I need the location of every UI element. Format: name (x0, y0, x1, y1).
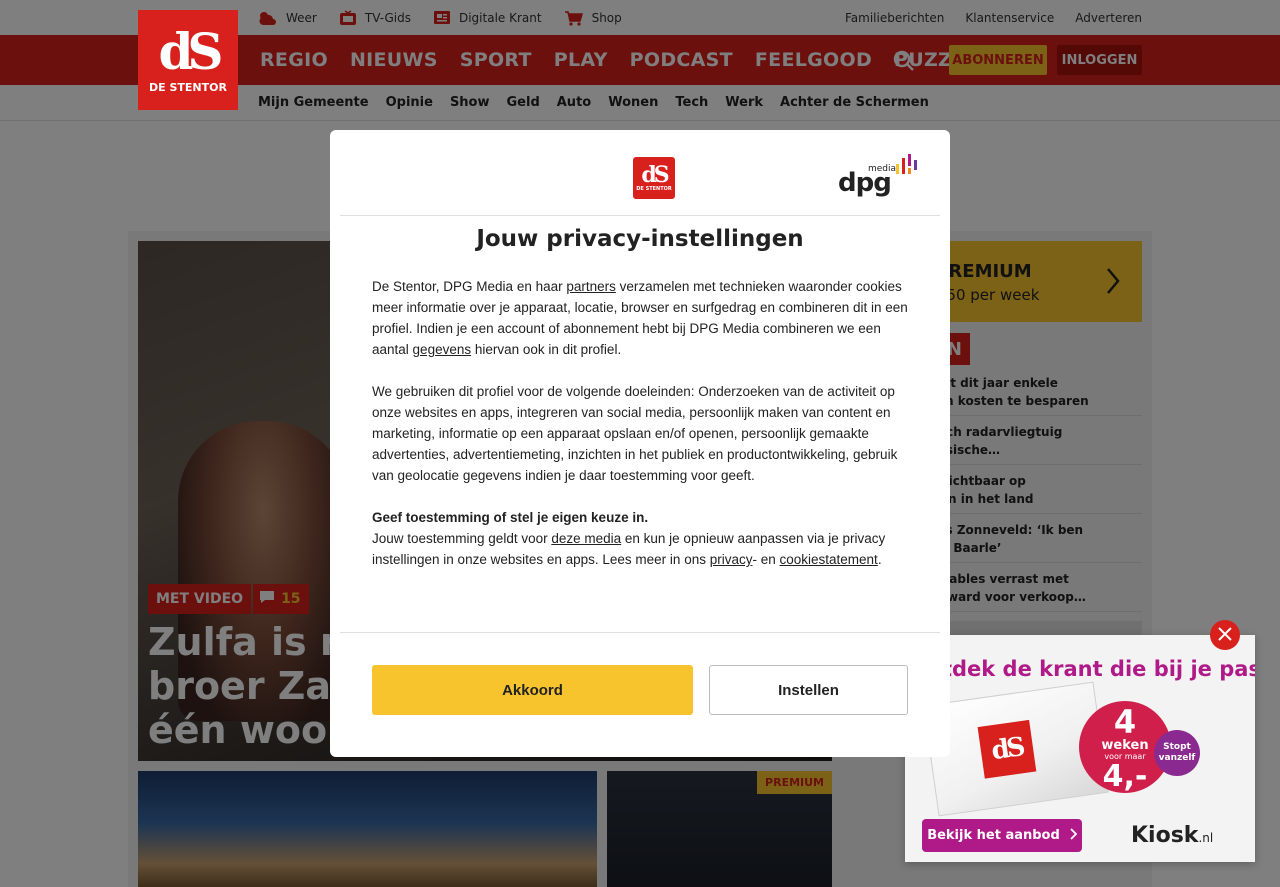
subscription-ad[interactable]: ntdek de krant die bij je past dS 4 weke… (905, 635, 1255, 862)
data-link[interactable]: gegevens (413, 342, 472, 357)
kiosk-logo: Kiosk.nl (1131, 823, 1213, 848)
privacy-link[interactable]: privacy (710, 552, 753, 567)
dialog-text: . (877, 552, 882, 567)
dialog-body: De Stentor, DPG Media en haar partners v… (372, 276, 912, 570)
dialog-header: dS DE STENTOR media dpg (340, 130, 940, 216)
kiosk-tld: .nl (1198, 831, 1214, 845)
ad-cta-label: Bekijk het aanbod (927, 828, 1060, 843)
dialog-title: Jouw privacy-instellingen (476, 226, 804, 252)
ad-close-button[interactable] (1210, 620, 1240, 650)
ad-stop-badge: Stopt vanzelf (1154, 730, 1200, 776)
dialog-paragraph-3: Geef toestemming of stel je eigen keuze … (372, 507, 912, 570)
dialog-text: De Stentor, DPG Media en haar (372, 279, 567, 294)
dpg-wordmark: dpg (838, 168, 892, 198)
dialog-logo-mark: dS (641, 162, 669, 188)
dialog-text: Jouw toestemming geldt voor (372, 531, 552, 546)
logo-name: DE STENTOR (149, 80, 227, 94)
kiosk-name: Kiosk (1131, 823, 1199, 848)
dialog-site-logo: dS DE STENTOR (633, 157, 675, 199)
dpg-media-logo: media dpg (838, 154, 920, 202)
privacy-dialog: dS DE STENTOR media dpg Jouw privacy-ins… (330, 130, 950, 757)
dialog-footer-divider (340, 632, 940, 633)
ad-offer-number: 4 (1113, 703, 1137, 741)
consent-heading: Geef toestemming of stel je eigen keuze … (372, 510, 649, 525)
ad-title: ntdek de krant die bij je past (927, 657, 1255, 681)
cookie-statement-link[interactable]: cookiestatement (780, 552, 878, 567)
dialog-text: hiervan ook in dit profiel. (471, 342, 622, 357)
settings-button[interactable]: Instellen (709, 665, 908, 715)
partners-link[interactable]: partners (566, 279, 616, 294)
chevron-right-icon (1070, 827, 1078, 844)
accept-button[interactable]: Akkoord (372, 665, 693, 715)
dialog-text: - en (752, 552, 780, 567)
dialog-paragraph-1: De Stentor, DPG Media en haar partners v… (372, 276, 912, 360)
close-icon (1218, 626, 1232, 645)
ad-cta-button[interactable]: Bekijk het aanbod (922, 819, 1082, 852)
ad-paper-logo: dS (977, 719, 1037, 779)
site-logo[interactable]: dS DE STENTOR (138, 10, 238, 110)
dialog-paragraph-2: We gebruiken dit profiel voor de volgend… (372, 384, 898, 483)
logo-mark: dS (158, 21, 223, 81)
dialog-logo-name: DE STENTOR (636, 186, 672, 192)
these-media-link[interactable]: deze media (551, 531, 621, 546)
